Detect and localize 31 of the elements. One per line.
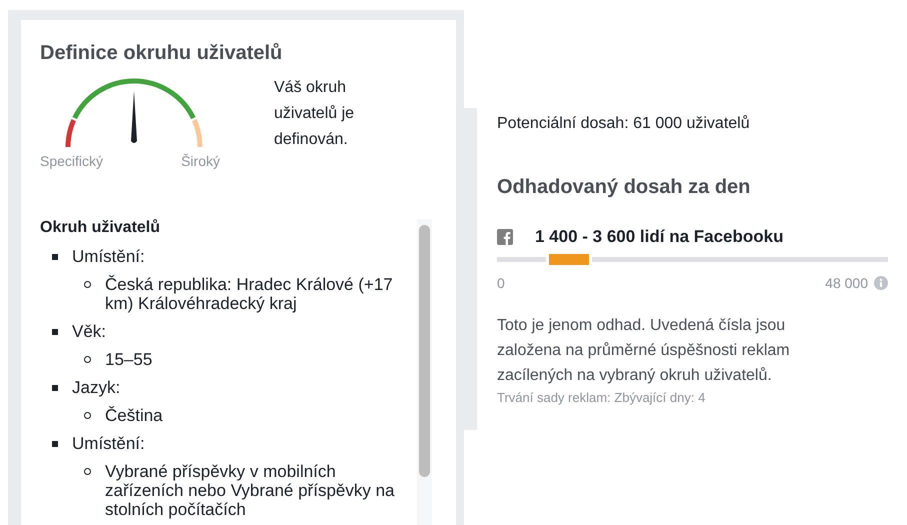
section-title: Odhadovaný dosah za den [497,176,752,199]
duration-text: Trvání sady reklam: Zbývající dny: 4 [497,390,706,405]
bullet-icon [84,356,91,363]
criteria-label: Umístění: [72,247,146,266]
disclaimer-text: Toto je jenom odhad. Uvedená čísla jsou založena na průměrné úspěšnosti reklam zacílených na vybraný okruh uživatelů. [497,316,791,386]
criteria-value: Vybrané příspěvky v mobilních zařízeních nebo Vybrané příspěvky na stolních počítačích [105,462,395,519]
criteria-label: Umístění: [72,434,146,453]
bullet-icon [84,412,91,419]
status-text: Váš okruh uživatelů je definován. [274,78,356,150]
criteria-label: Věk: [72,322,108,341]
list-heading: Okruh uživatelů [40,219,162,237]
panel-title: Definice okruhu uživatelů [40,42,284,65]
gauge-min-label: Specifický [40,153,104,169]
bullet-icon [52,254,58,260]
info-icon[interactable] [874,276,888,290]
scrollbar-thumb[interactable] [419,225,430,477]
bullet-icon [52,329,58,335]
criteria-label: Jazyk: [72,378,122,397]
gauge-max-label: Široký [181,153,220,169]
facebook-icon [497,229,513,245]
bullet-icon [84,468,91,475]
estimate-text: 1 400 - 3 600 lidí na Facebooku [535,227,784,247]
criteria-value: Čeština [105,406,164,425]
criteria-value: 15–55 [105,350,154,369]
criteria-value: Česká republika: Hradec Králové (+17 km) Královéhradecký kraj [105,275,394,313]
bullet-icon [52,441,58,447]
bullet-icon [84,281,91,288]
potential-reach-text: Potenciální dosah: 61 000 uživatelů [497,115,751,133]
axis-max-label: 48 000 [825,275,868,291]
axis-min-label: 0 [497,275,505,291]
bullet-icon [52,385,58,391]
